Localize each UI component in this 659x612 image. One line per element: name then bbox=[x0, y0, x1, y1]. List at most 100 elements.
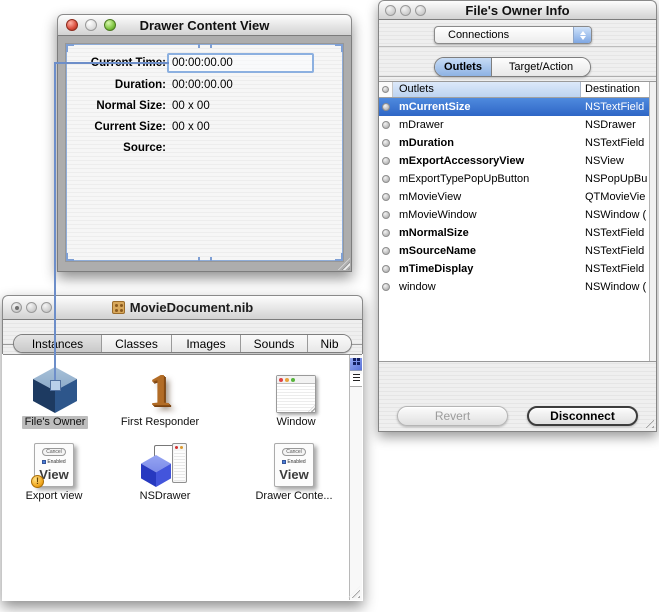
inspector-mode-popup[interactable]: Connections bbox=[434, 26, 592, 44]
outlet-destination: NSTextField bbox=[585, 245, 645, 257]
nib-window-titlebar[interactable]: MovieDocument.nib bbox=[2, 295, 363, 320]
outlet-name: mExportAccessoryView bbox=[399, 155, 525, 167]
connector-dot-icon bbox=[382, 283, 390, 291]
disconnect-button[interactable]: Disconnect bbox=[527, 406, 638, 426]
outlet-destination: QTMovieVie bbox=[585, 191, 646, 203]
connector-dot-icon bbox=[382, 157, 390, 165]
zoom-button[interactable] bbox=[415, 4, 426, 16]
outlet-name: mExportTypePopUpButton bbox=[399, 173, 530, 185]
icon-view-button[interactable] bbox=[350, 358, 362, 371]
table-row[interactable]: mDuration NSTextField bbox=[379, 134, 656, 152]
outlet-name: mMovieView bbox=[399, 191, 462, 203]
nib-document-window: MovieDocument.nib Instances Classes Imag… bbox=[2, 295, 363, 601]
table-row[interactable]: mSourceName NSTextField bbox=[379, 242, 656, 260]
connections-tab-group: Outlets Target/Action bbox=[434, 57, 591, 77]
connector-dot-icon bbox=[382, 193, 390, 201]
connection-line bbox=[55, 62, 169, 64]
field-value[interactable]: 00 x 00 bbox=[172, 99, 210, 113]
tab-outlets[interactable]: Outlets bbox=[435, 58, 492, 76]
drawer-window-frame: Current Time: 00:00:00.00 Duration: 00:0… bbox=[57, 36, 352, 272]
first-responder-icon: 1 bbox=[148, 364, 172, 415]
connection-line bbox=[54, 62, 56, 382]
minimize-button[interactable] bbox=[400, 4, 411, 16]
table-row[interactable]: mExportTypePopUpButton NSPopUpBu bbox=[379, 170, 656, 188]
table-row[interactable]: window NSWindow ( bbox=[379, 278, 656, 296]
selection-corner-icon bbox=[335, 44, 343, 52]
table-scrollbar[interactable] bbox=[649, 82, 656, 361]
field-label: Normal Size: bbox=[96, 100, 166, 112]
view-panel-icon: Cancel Enabled View ! bbox=[31, 443, 74, 488]
nib-item-nsdrawer[interactable]: NSDrawer bbox=[130, 441, 200, 503]
close-button[interactable] bbox=[11, 302, 22, 313]
connector-dot-icon bbox=[382, 86, 389, 93]
popup-selected-value: Connections bbox=[448, 29, 510, 41]
selection-corner-icon bbox=[335, 253, 343, 261]
table-row[interactable]: mNormalSize NSTextField bbox=[379, 224, 656, 242]
window-title: MovieDocument.nib bbox=[129, 300, 254, 315]
nib-item-window[interactable]: Window bbox=[261, 363, 331, 429]
drawer-content-canvas[interactable]: Current Time: 00:00:00.00 Duration: 00:0… bbox=[66, 44, 343, 261]
tab-target-action[interactable]: Target/Action bbox=[492, 58, 590, 76]
zoom-button[interactable] bbox=[104, 19, 116, 31]
table-row[interactable]: mCurrentSize NSTextField bbox=[379, 98, 656, 116]
drawer-window-titlebar[interactable]: Drawer Content View bbox=[57, 14, 352, 36]
field-label: Duration: bbox=[114, 79, 166, 91]
destination-column-header[interactable]: Destination bbox=[581, 82, 656, 97]
outlet-name: mDrawer bbox=[399, 119, 444, 131]
connector-column-header[interactable] bbox=[379, 82, 393, 97]
resize-grip[interactable] bbox=[642, 416, 654, 428]
divider bbox=[379, 46, 656, 47]
tab-nib[interactable]: Nib bbox=[308, 335, 351, 352]
table-row[interactable]: mMovieView QTMovieVie bbox=[379, 188, 656, 206]
outlet-destination: NSTextField bbox=[585, 263, 645, 275]
tab-sounds[interactable]: Sounds bbox=[241, 335, 308, 352]
list-view-button[interactable] bbox=[350, 374, 362, 387]
warning-badge-icon: ! bbox=[31, 475, 44, 488]
outlet-destination: NSTextField bbox=[585, 101, 645, 113]
connector-dot-icon bbox=[382, 175, 390, 183]
nib-item-drawer-content[interactable]: Cancel Enabled View Drawer Conte... bbox=[255, 441, 333, 503]
interface-builder-desktop: Drawer Content View Current Time: 00:00:… bbox=[0, 0, 659, 612]
outlets-table: Outlets Destination mCurrentSize NSTextF… bbox=[379, 81, 656, 362]
connector-dot-icon bbox=[382, 265, 390, 273]
outlet-name: mTimeDisplay bbox=[399, 263, 474, 275]
tab-images[interactable]: Images bbox=[172, 335, 241, 352]
nib-document-icon bbox=[111, 301, 125, 314]
minimize-button[interactable] bbox=[26, 302, 37, 313]
table-row[interactable]: mMovieWindow NSWindow ( bbox=[379, 206, 656, 224]
minimize-button[interactable] bbox=[85, 19, 97, 31]
close-button[interactable] bbox=[385, 4, 396, 16]
outlets-column-header[interactable]: Outlets bbox=[393, 82, 581, 97]
nib-item-export-view[interactable]: Cancel Enabled View ! Export view bbox=[19, 441, 89, 503]
nib-item-first-responder[interactable]: 1 First Responder bbox=[121, 363, 199, 429]
content-scrollbar[interactable] bbox=[349, 355, 362, 600]
connector-dot-icon bbox=[382, 229, 390, 237]
field-label: Current Size: bbox=[94, 121, 166, 133]
nib-tab-group: Instances Classes Images Sounds Nib bbox=[13, 334, 352, 353]
connector-dot-icon bbox=[382, 139, 390, 147]
field-value[interactable]: 00:00:00.00 bbox=[172, 78, 233, 92]
field-value[interactable]: 00 x 00 bbox=[172, 120, 210, 134]
zoom-button[interactable] bbox=[41, 302, 52, 313]
view-panel-icon: Cancel Enabled View bbox=[274, 443, 314, 487]
info-panel-titlebar[interactable]: File's Owner Info bbox=[378, 0, 657, 20]
outlet-destination: NSWindow ( bbox=[585, 281, 647, 293]
outlet-name: mSourceName bbox=[399, 245, 477, 257]
field-value[interactable]: 00:00:00.00 bbox=[172, 56, 233, 70]
revert-button[interactable]: Revert bbox=[397, 406, 508, 426]
outlet-destination: NSWindow ( bbox=[585, 209, 647, 221]
table-row[interactable]: mTimeDisplay NSTextField bbox=[379, 260, 656, 278]
selection-midtick-icon bbox=[197, 44, 212, 48]
item-label: First Responder bbox=[120, 416, 200, 428]
tab-classes[interactable]: Classes bbox=[102, 335, 172, 352]
outlet-destination: NSPopUpBu bbox=[585, 173, 648, 185]
selection-midtick-icon bbox=[197, 257, 212, 261]
tab-instances[interactable]: Instances bbox=[14, 335, 102, 352]
item-label: Drawer Conte... bbox=[255, 490, 333, 502]
connection-endpoint bbox=[50, 380, 61, 391]
table-row[interactable]: mDrawer NSDrawer bbox=[379, 116, 656, 134]
table-row[interactable]: mExportAccessoryView NSView bbox=[379, 152, 656, 170]
close-button[interactable] bbox=[66, 19, 78, 31]
connector-dot-icon bbox=[382, 247, 390, 255]
list-icon bbox=[353, 374, 360, 375]
